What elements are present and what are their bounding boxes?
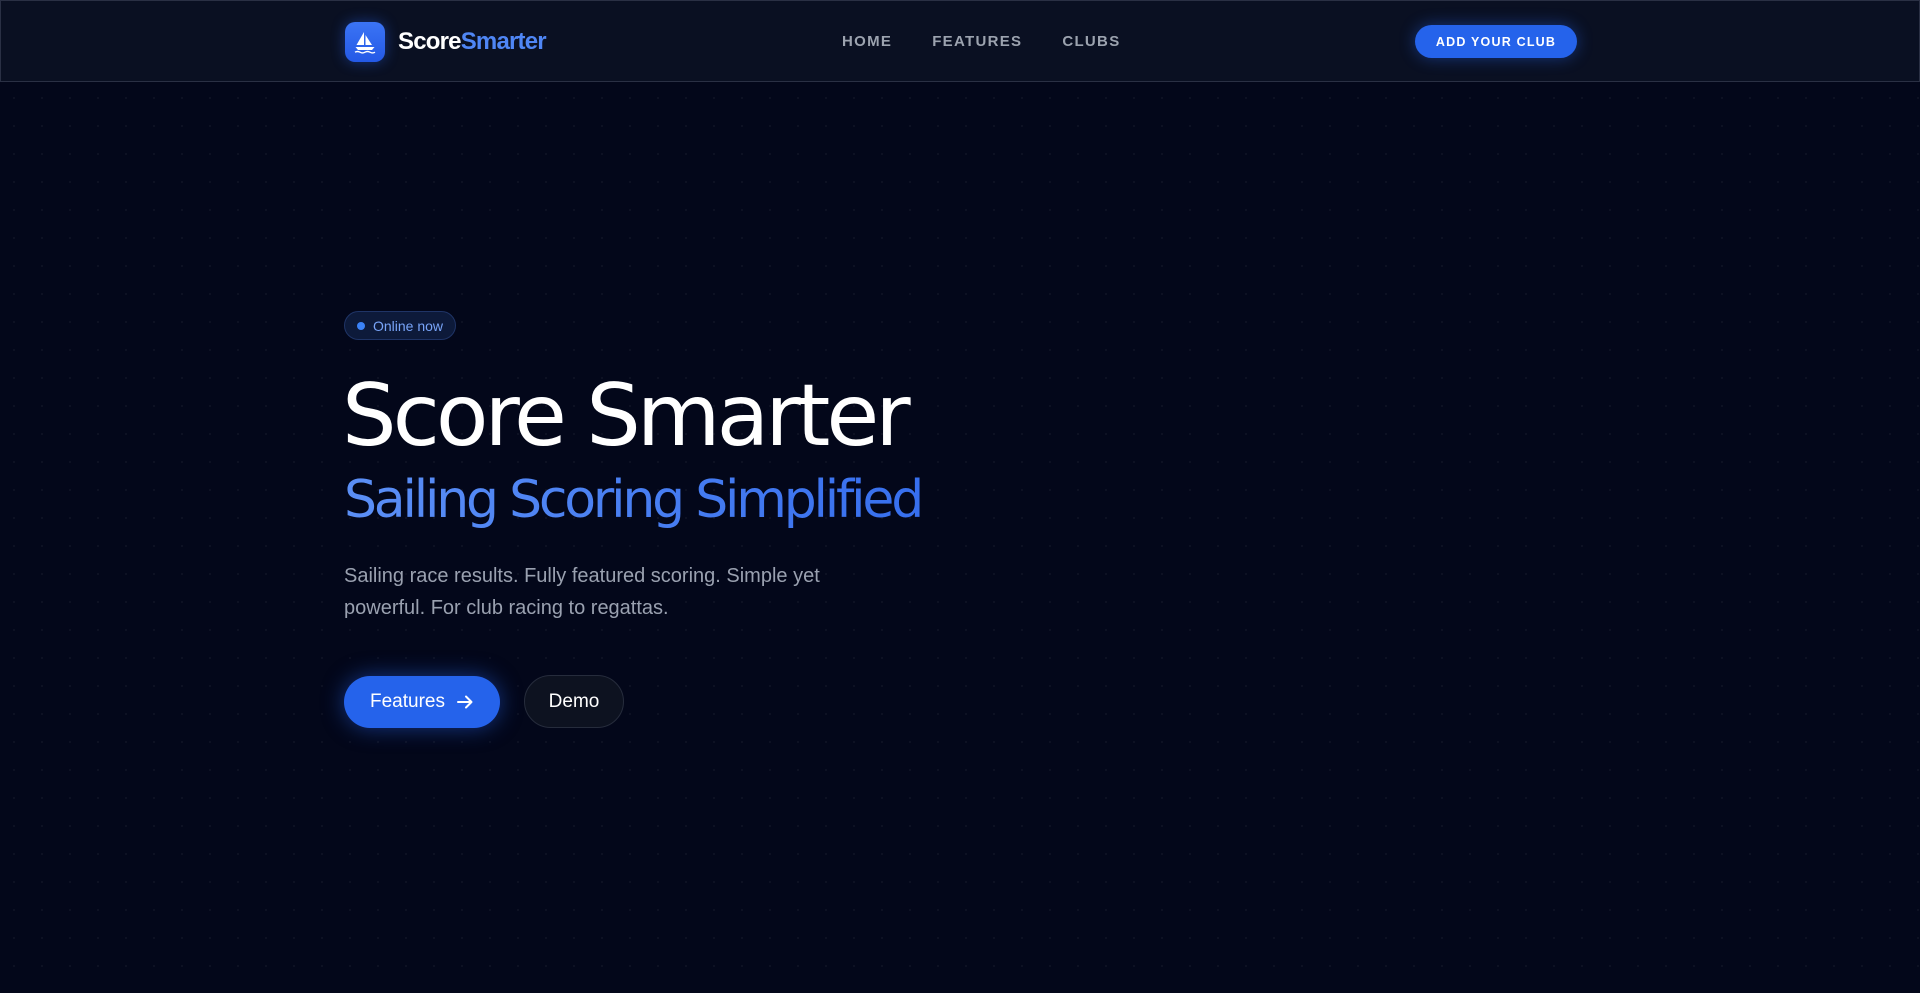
brand-logo[interactable]: ScoreSmarter <box>345 22 547 62</box>
brand-name-part1: Score <box>398 28 462 55</box>
arrow-right-icon <box>456 693 474 711</box>
status-badge-label: Online now <box>373 317 444 334</box>
nav-link-home[interactable]: HOME <box>842 33 892 50</box>
features-button[interactable]: Features <box>344 675 500 728</box>
hero-description: Sailing race results. Fully featured sco… <box>344 565 820 619</box>
features-button-label: Features <box>370 690 445 712</box>
sailboat-icon <box>345 22 385 62</box>
navbar-container: ScoreSmarter HOME FEATURES CLUBS ADD YOU… <box>345 1 1577 81</box>
hero-subtitle: Sailing Scoring Simplified <box>344 468 1044 532</box>
nav-link-features[interactable]: FEATURES <box>932 33 1022 50</box>
status-badge: Online now <box>344 311 457 340</box>
main-nav: HOME FEATURES CLUBS <box>842 1 1161 81</box>
demo-button[interactable]: Demo <box>524 675 624 728</box>
status-dot-icon <box>357 321 365 330</box>
hero-actions: Features Demo <box>344 675 1044 728</box>
brand-name-part2: Smarter <box>460 28 547 55</box>
brand-name: ScoreSmarter <box>398 22 547 62</box>
add-your-club-button[interactable]: ADD YOUR CLUB <box>1415 25 1577 58</box>
top-navbar: ScoreSmarter HOME FEATURES CLUBS ADD YOU… <box>0 0 1920 82</box>
nav-link-clubs[interactable]: CLUBS <box>1062 33 1120 50</box>
hero-title: Score Smarter <box>342 366 911 466</box>
hero-section: Online now Score Smarter Sailing Scoring… <box>342 311 1044 728</box>
